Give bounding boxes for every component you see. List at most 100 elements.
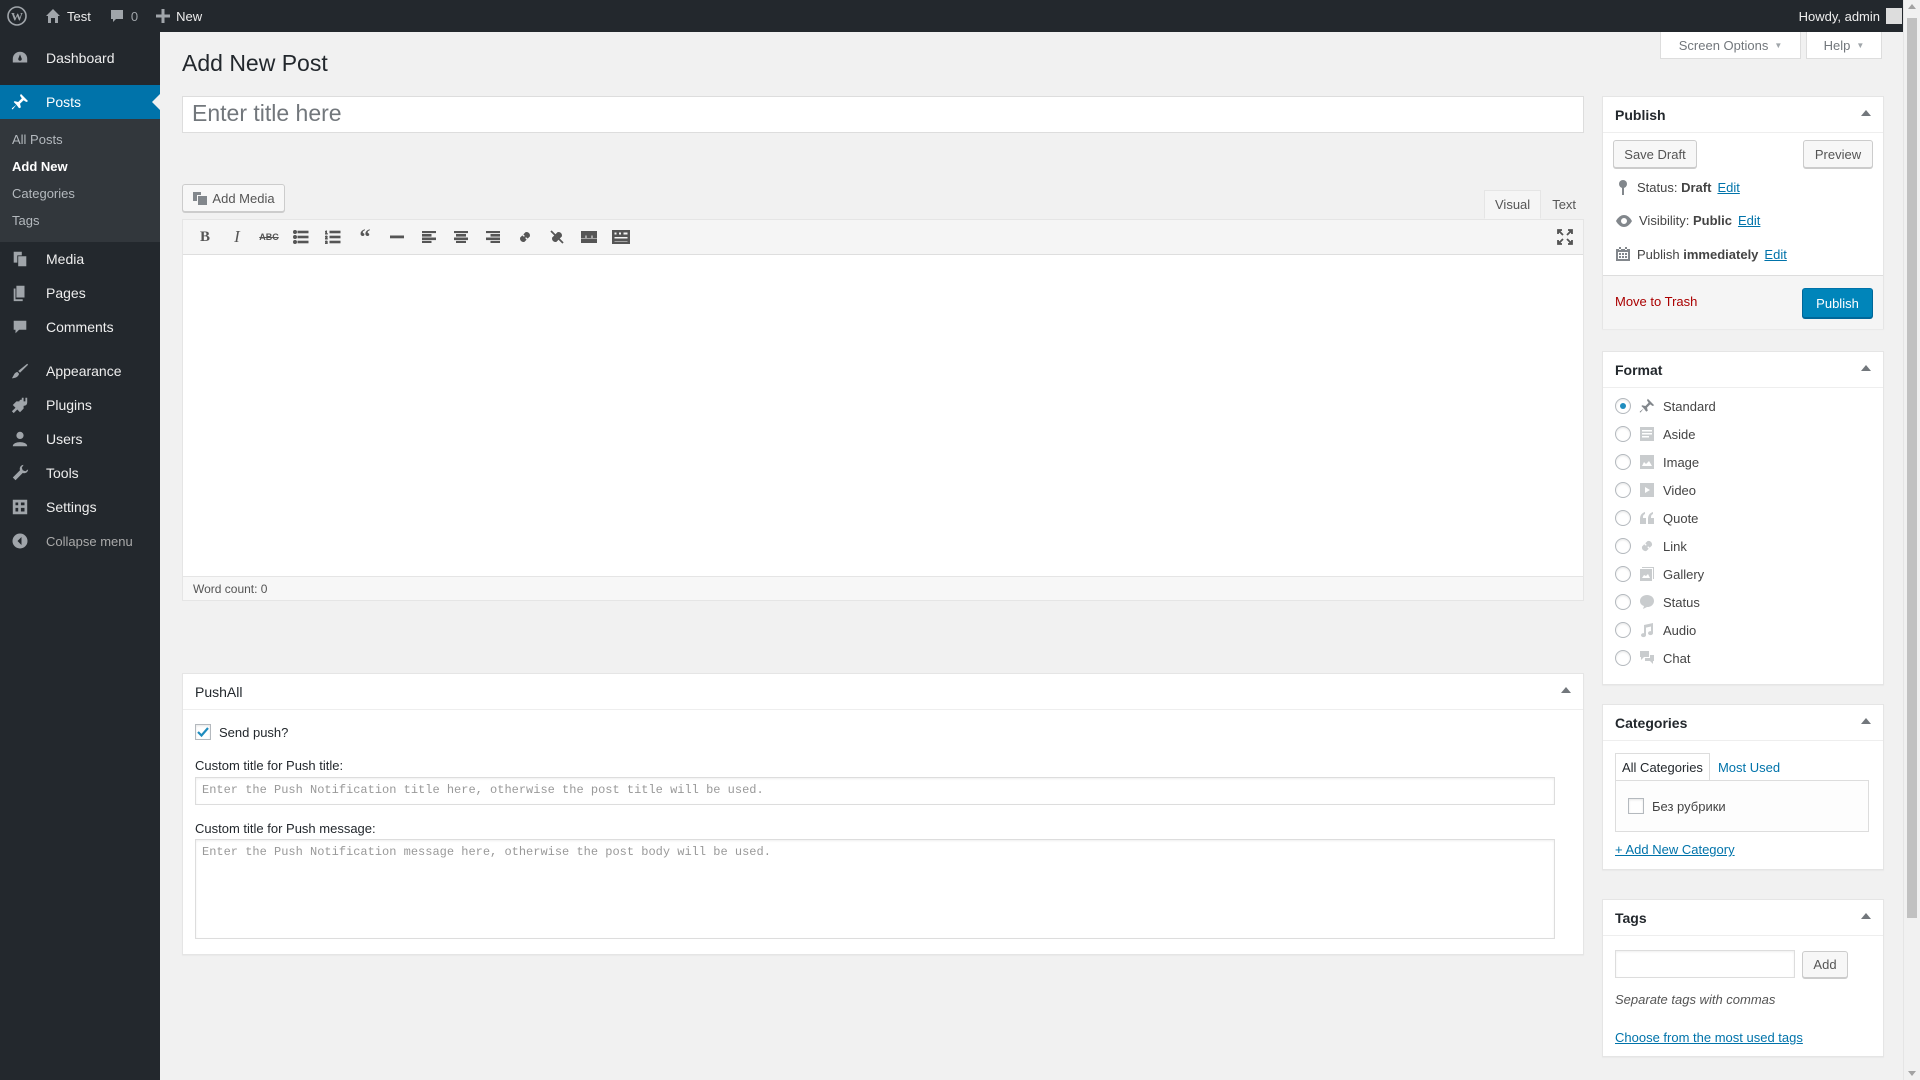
menu-item-plugins[interactable]: Plugins xyxy=(0,388,160,422)
strikethrough-icon[interactable]: ABC xyxy=(253,223,285,251)
publish-button[interactable]: Publish xyxy=(1802,288,1873,318)
format-option-video[interactable]: Video xyxy=(1615,480,1696,500)
save-draft-button[interactable]: Save Draft xyxy=(1613,140,1697,168)
format-radio[interactable] xyxy=(1615,538,1631,554)
menu-item-posts[interactable]: Posts xyxy=(0,85,160,119)
add-new-category-link[interactable]: + Add New Category xyxy=(1615,842,1735,857)
tab-all-categories[interactable]: All Categories xyxy=(1615,753,1710,781)
horizontal-line-icon[interactable] xyxy=(381,223,413,251)
format-radio[interactable] xyxy=(1615,482,1631,498)
pages-icon xyxy=(10,283,30,303)
menu-item-settings[interactable]: Settings xyxy=(0,490,160,524)
align-left-icon[interactable] xyxy=(413,223,445,251)
remove-link-icon[interactable] xyxy=(541,223,573,251)
numbered-list-icon[interactable]: 123 xyxy=(317,223,349,251)
menu-item-tools[interactable]: Tools xyxy=(0,456,160,490)
category-item[interactable]: Без рубрики xyxy=(1628,798,1726,814)
help-button[interactable]: Help ▼ xyxy=(1806,32,1882,59)
format-option-image[interactable]: Image xyxy=(1615,452,1699,472)
add-media-button[interactable]: Add Media xyxy=(182,184,285,212)
tag-input[interactable] xyxy=(1615,950,1795,978)
align-right-icon[interactable] xyxy=(477,223,509,251)
collapse-arrow-icon[interactable] xyxy=(1561,687,1571,693)
scroll-up-arrow-icon[interactable] xyxy=(1908,4,1916,9)
tags-header[interactable]: Tags xyxy=(1603,900,1883,936)
gallery-icon xyxy=(1637,564,1657,584)
format-option-link[interactable]: Link xyxy=(1615,536,1687,556)
push-title-input[interactable]: Enter the Push Notification title here, … xyxy=(195,777,1555,805)
menu-item-appearance[interactable]: Appearance xyxy=(0,354,160,388)
bold-icon[interactable]: B xyxy=(189,223,221,251)
menu-item-pages[interactable]: Pages xyxy=(0,276,160,310)
scrollbar-thumb[interactable] xyxy=(1907,18,1917,918)
submenu-all-posts[interactable]: All Posts xyxy=(0,126,160,153)
add-tag-button[interactable]: Add xyxy=(1802,951,1848,978)
scroll-down-arrow-icon[interactable] xyxy=(1908,1071,1916,1076)
italic-icon[interactable]: I xyxy=(221,223,253,251)
insert-link-icon[interactable] xyxy=(509,223,541,251)
toolbar-toggle-icon[interactable] xyxy=(605,223,637,251)
collapse-arrow-icon[interactable] xyxy=(1861,718,1871,724)
format-option-aside[interactable]: Aside xyxy=(1615,424,1696,444)
tags-hint: Separate tags with commas xyxy=(1615,992,1776,1007)
collapse-arrow-icon[interactable] xyxy=(1861,365,1871,371)
wordpress-logo-icon[interactable]: W xyxy=(0,0,36,32)
read-more-icon[interactable] xyxy=(573,223,605,251)
post-title-input[interactable]: Enter title here xyxy=(182,96,1584,133)
tab-visual[interactable]: Visual xyxy=(1484,190,1542,219)
menu-item-comments[interactable]: Comments xyxy=(0,310,160,344)
format-option-quote[interactable]: Quote xyxy=(1615,508,1698,528)
format-radio[interactable] xyxy=(1615,454,1631,470)
preview-button[interactable]: Preview xyxy=(1803,140,1873,168)
publish-header[interactable]: Publish xyxy=(1603,97,1883,133)
choose-most-used-tags-link[interactable]: Choose from the most used tags xyxy=(1615,1030,1803,1045)
blockquote-icon[interactable]: “ xyxy=(349,223,381,251)
page-scrollbar[interactable] xyxy=(1903,0,1920,1080)
site-name-link[interactable]: Test xyxy=(36,0,100,32)
tab-text[interactable]: Text xyxy=(1541,190,1587,219)
format-option-gallery[interactable]: Gallery xyxy=(1615,564,1704,584)
submenu-categories[interactable]: Categories xyxy=(0,180,160,207)
fullscreen-icon[interactable] xyxy=(1549,223,1581,251)
comments-link[interactable]: 0 xyxy=(100,0,147,32)
tab-most-used[interactable]: Most Used xyxy=(1712,753,1786,781)
pin-icon xyxy=(1637,396,1657,416)
submenu-add-new[interactable]: Add New xyxy=(0,153,160,180)
send-push-checkbox[interactable] xyxy=(195,724,211,740)
pushall-header[interactable]: PushAll xyxy=(183,674,1583,710)
edit-visibility-link[interactable]: Edit xyxy=(1738,213,1760,228)
edit-status-link[interactable]: Edit xyxy=(1717,180,1739,195)
format-radio[interactable] xyxy=(1615,510,1631,526)
edit-publish-date-link[interactable]: Edit xyxy=(1764,247,1786,262)
format-option-status[interactable]: Status xyxy=(1615,592,1700,612)
format-radio[interactable] xyxy=(1615,426,1631,442)
format-option-standard[interactable]: Standard xyxy=(1615,396,1716,416)
send-push-row[interactable]: Send push? xyxy=(195,724,288,740)
editor-body[interactable] xyxy=(183,255,1583,577)
menu-item-dashboard[interactable]: Dashboard xyxy=(0,41,160,75)
push-message-textarea[interactable]: Enter the Push Notification message here… xyxy=(195,839,1555,939)
collapse-arrow-icon[interactable] xyxy=(1861,913,1871,919)
align-center-icon[interactable] xyxy=(445,223,477,251)
format-radio[interactable] xyxy=(1615,650,1631,666)
collapse-arrow-icon[interactable] xyxy=(1861,110,1871,116)
status-icon xyxy=(1637,592,1657,612)
screen-options-button[interactable]: Screen Options ▼ xyxy=(1660,32,1801,59)
format-option-chat[interactable]: Chat xyxy=(1615,648,1690,668)
format-option-audio[interactable]: Audio xyxy=(1615,620,1696,640)
format-radio[interactable] xyxy=(1615,622,1631,638)
collapse-menu-button[interactable]: Collapse menu xyxy=(0,524,160,558)
move-to-trash-link[interactable]: Move to Trash xyxy=(1615,294,1697,309)
format-radio[interactable] xyxy=(1615,398,1631,414)
format-header[interactable]: Format xyxy=(1603,352,1883,388)
submenu-tags[interactable]: Tags xyxy=(0,207,160,234)
categories-header[interactable]: Categories xyxy=(1603,705,1883,741)
bullet-list-icon[interactable] xyxy=(285,223,317,251)
account-menu[interactable]: Howdy, admin xyxy=(1790,0,1920,32)
format-radio[interactable] xyxy=(1615,594,1631,610)
menu-item-media[interactable]: Media xyxy=(0,242,160,276)
category-checkbox[interactable] xyxy=(1628,798,1644,814)
menu-item-users[interactable]: Users xyxy=(0,422,160,456)
new-content-link[interactable]: New xyxy=(147,0,211,32)
format-radio[interactable] xyxy=(1615,566,1631,582)
